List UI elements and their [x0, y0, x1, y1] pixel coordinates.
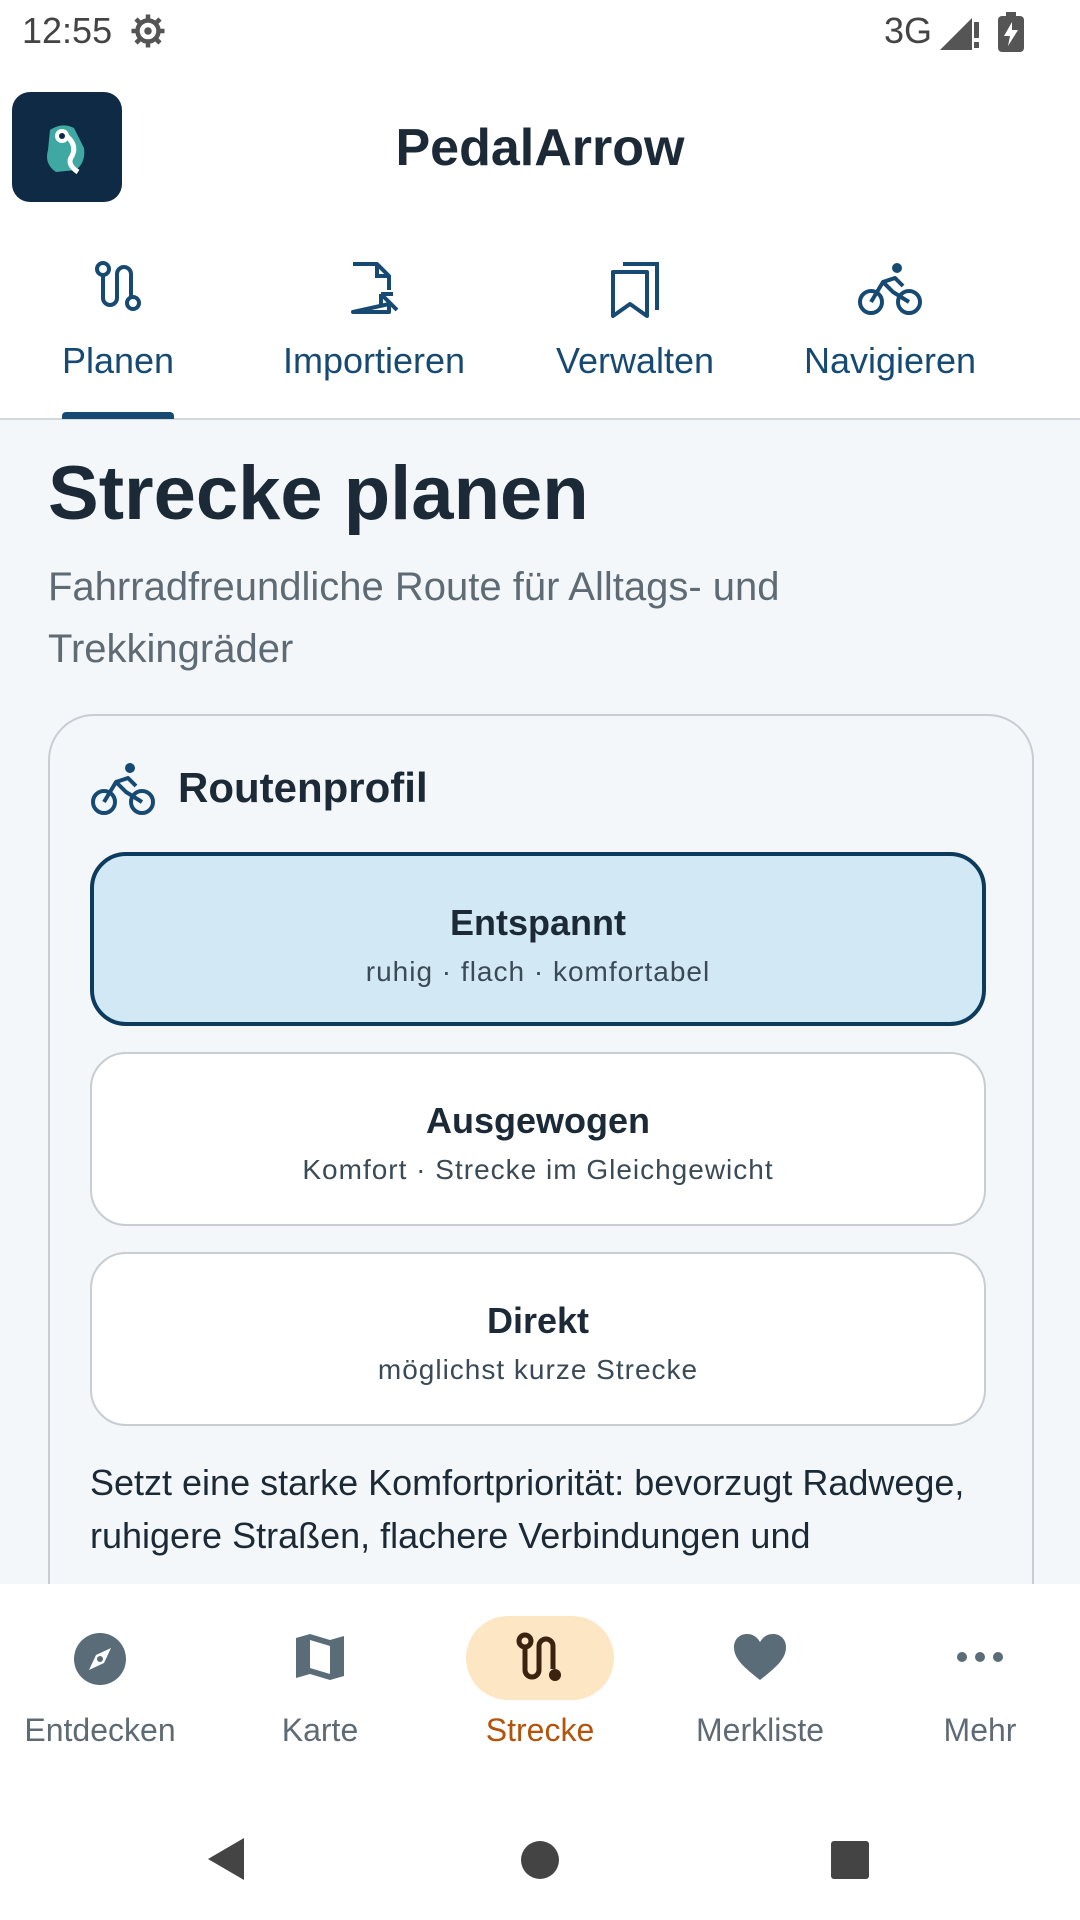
status-bar: 12:55 3G — [0, 0, 1080, 62]
tab-planen[interactable]: Planen — [28, 228, 208, 418]
tab-importieren[interactable]: Importieren — [264, 228, 484, 418]
bookmarks-icon — [611, 262, 659, 318]
nav-karte[interactable]: Karte — [210, 1584, 430, 1764]
back-icon[interactable] — [206, 1836, 246, 1882]
home-icon[interactable] — [520, 1840, 560, 1880]
nav-label: Strecke — [485, 1712, 595, 1748]
bike-icon — [858, 263, 922, 315]
nav-label: Merkliste — [695, 1712, 824, 1748]
nav-mehr[interactable]: Mehr — [870, 1584, 1080, 1764]
map-icon — [296, 1634, 344, 1680]
option-title: Direkt — [486, 1300, 590, 1341]
signal-icon — [940, 18, 979, 50]
nav-merkliste[interactable]: Merkliste — [650, 1584, 870, 1764]
route-icon — [95, 261, 141, 311]
more-icon — [957, 1652, 1003, 1662]
tab-verwalten[interactable]: Verwalten — [530, 228, 740, 418]
nav-strecke[interactable]: Strecke — [430, 1584, 650, 1764]
route-profile-card: Routenprofil Entspannt ruhig · flach · k… — [48, 714, 1034, 1718]
tab-navigieren[interactable]: Navigieren — [780, 228, 1000, 418]
option-title: Ausgewogen — [425, 1100, 650, 1141]
file-import-icon — [351, 262, 399, 314]
bottom-navigation: Entdecken Karte Strecke Merkliste Mehr — [0, 1584, 1080, 1764]
option-subtitle: Komfort · Strecke im Gleichgewicht — [302, 1154, 774, 1185]
tab-label: Navigieren — [803, 340, 977, 381]
profile-option-direkt[interactable]: Direkt möglichst kurze Strecke — [90, 1252, 986, 1426]
option-subtitle: ruhig · flach · komfortabel — [365, 956, 711, 987]
option-subtitle: möglichst kurze Strecke — [377, 1354, 699, 1385]
profile-option-ausgewogen[interactable]: Ausgewogen Komfort · Strecke im Gleichge… — [90, 1052, 986, 1226]
option-title: Entspannt — [450, 902, 626, 943]
card-heading: Routenprofil — [178, 764, 428, 811]
nav-entdecken[interactable]: Entdecken — [0, 1584, 210, 1764]
tab-label: Verwalten — [555, 340, 715, 381]
page-subtitle: Fahrradfreundliche Route für Alltags- un… — [48, 565, 780, 671]
battery-icon — [998, 12, 1024, 52]
settings-gear-icon — [131, 14, 165, 48]
recents-icon[interactable] — [830, 1840, 870, 1880]
nav-label: Entdecken — [24, 1712, 176, 1748]
tab-label: Planen — [61, 340, 175, 381]
status-time: 12:55 — [22, 10, 113, 51]
app-title: PedalArrow — [395, 119, 685, 177]
nav-label: Karte — [281, 1712, 359, 1748]
top-tab-bar: Planen Importieren Verwalten Navigieren — [0, 228, 1080, 420]
nav-label: Mehr — [943, 1712, 1017, 1748]
app-bar: PedalArrow — [0, 62, 1080, 228]
route-icon — [516, 1632, 561, 1681]
profile-description: Setzt eine starke Komfortpriorität: bevo… — [90, 1462, 965, 1556]
active-tab-indicator — [62, 412, 174, 419]
page-title: Strecke planen — [48, 451, 589, 536]
system-navigation — [0, 1764, 1080, 1920]
compass-icon — [74, 1633, 126, 1685]
tab-label: Importieren — [282, 340, 466, 381]
bike-icon — [91, 763, 155, 815]
profile-option-entspannt[interactable]: Entspannt ruhig · flach · komfortabel — [90, 852, 986, 1026]
heart-icon — [734, 1634, 786, 1680]
network-type: 3G — [883, 10, 932, 51]
